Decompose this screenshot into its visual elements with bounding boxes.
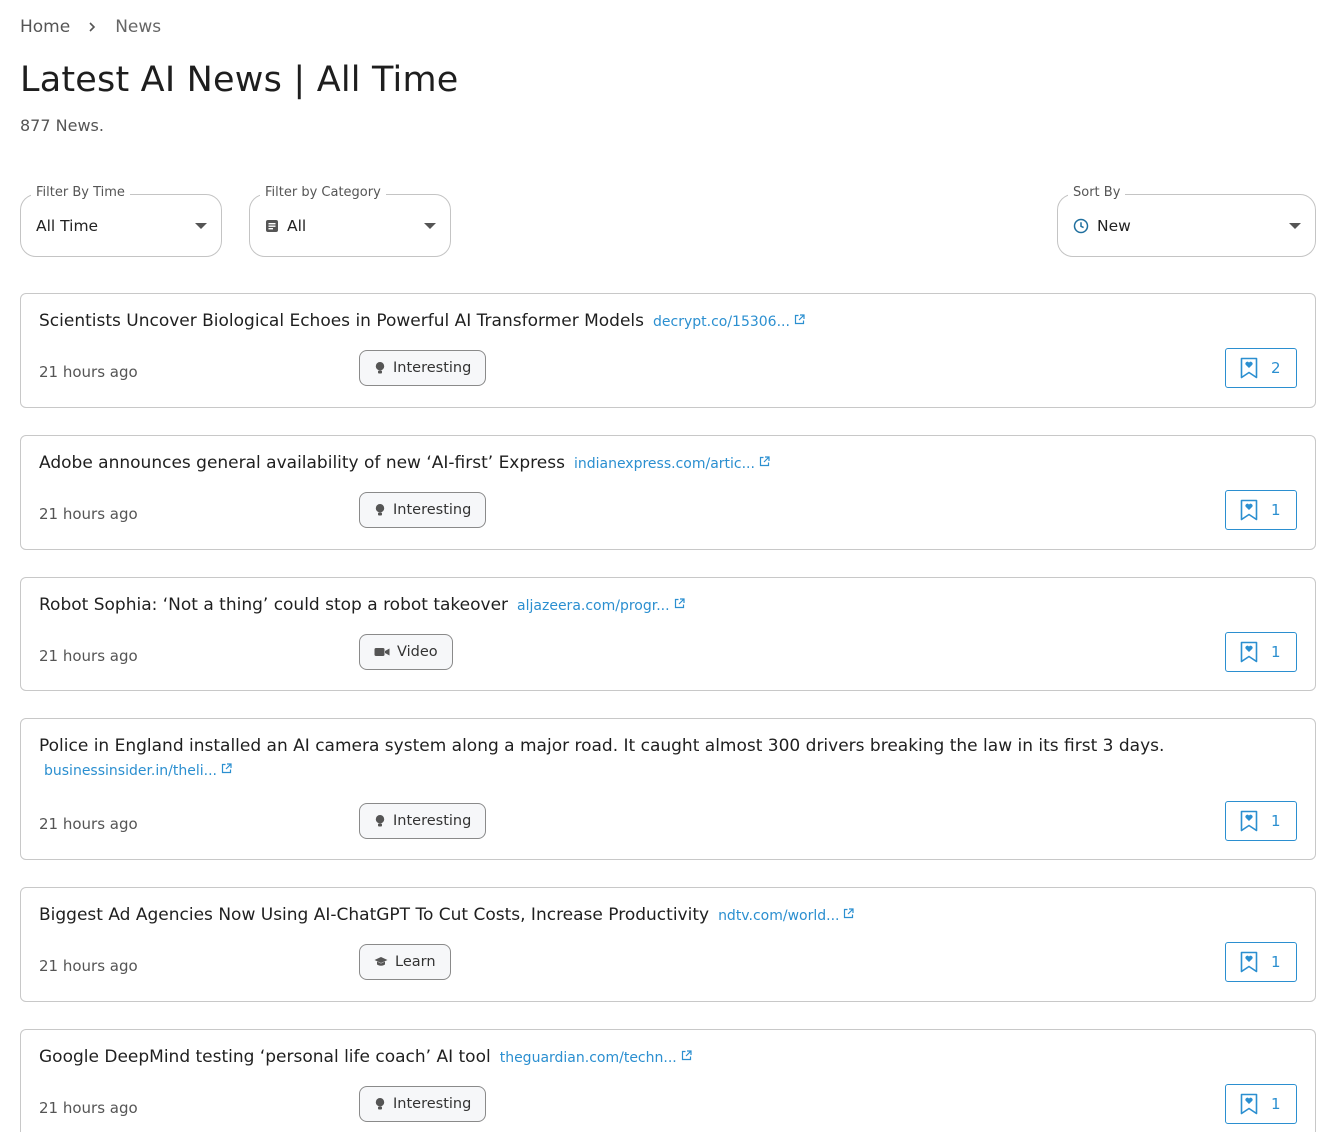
news-time: 21 hours ago	[39, 1099, 138, 1117]
news-title[interactable]: Google DeepMind testing ‘personal life c…	[39, 1047, 491, 1067]
bookmark-heart-icon	[1240, 951, 1258, 973]
tag-interesting[interactable]: Interesting	[359, 350, 487, 386]
external-link-icon	[844, 908, 855, 919]
bookmark-button[interactable]: 1	[1225, 942, 1297, 982]
breadcrumb: Home News	[20, 15, 161, 39]
news-source-link[interactable]: indianexpress.com/artic...	[574, 456, 770, 472]
news-card: Google DeepMind testing ‘personal life c…	[20, 1029, 1316, 1132]
news-title[interactable]: Police in England installed an AI camera…	[39, 736, 1164, 756]
tag-video[interactable]: Video	[359, 634, 453, 670]
caret-down-icon	[424, 223, 436, 229]
news-card: Adobe announces general availability of …	[20, 435, 1316, 550]
clock-icon	[1073, 218, 1089, 234]
bookmark-button[interactable]: 2	[1225, 348, 1297, 388]
tag-label: Interesting	[393, 1096, 472, 1112]
bookmark-button[interactable]: 1	[1225, 801, 1297, 841]
tag-interesting[interactable]: Interesting	[359, 803, 487, 839]
lightbulb-icon	[374, 361, 386, 375]
graduation-cap-icon	[374, 956, 388, 968]
bookmark-heart-icon	[1240, 499, 1258, 521]
bookmark-heart-icon	[1240, 1093, 1258, 1115]
news-time: 21 hours ago	[39, 647, 138, 665]
news-card: Police in England installed an AI camera…	[20, 718, 1316, 860]
tag-interesting[interactable]: Interesting	[359, 492, 487, 528]
news-title[interactable]: Biggest Ad Agencies Now Using AI-ChatGPT…	[39, 905, 709, 925]
bookmark-count: 2	[1271, 359, 1281, 377]
tag-learn[interactable]: Learn	[359, 944, 451, 980]
bookmark-heart-icon	[1240, 810, 1258, 832]
bookmark-button[interactable]: 1	[1225, 1084, 1297, 1124]
news-source-link[interactable]: decrypt.co/15306...	[653, 314, 805, 330]
tag-interesting[interactable]: Interesting	[359, 1086, 487, 1122]
bookmark-count: 1	[1271, 643, 1281, 661]
news-source-link[interactable]: businessinsider.in/theli...	[44, 763, 232, 779]
news-source-link[interactable]: theguardian.com/techn...	[500, 1050, 692, 1066]
video-camera-icon	[374, 646, 390, 658]
filter-category-label: Filter by Category	[260, 185, 386, 200]
bookmark-button[interactable]: 1	[1225, 632, 1297, 672]
news-time: 21 hours ago	[39, 363, 138, 381]
article-icon	[265, 219, 279, 233]
external-link-icon	[759, 456, 770, 467]
news-title[interactable]: Adobe announces general availability of …	[39, 453, 565, 473]
caret-down-icon	[1289, 223, 1301, 229]
news-source-link[interactable]: ndtv.com/world...	[718, 908, 855, 924]
lightbulb-icon	[374, 814, 386, 828]
chevron-right-icon	[89, 22, 96, 32]
filter-category-value: All	[287, 216, 307, 235]
news-card: Robot Sophia: ‘Not a thing’ could stop a…	[20, 577, 1316, 691]
filter-time-value: All Time	[36, 216, 99, 235]
page-title: Latest AI News | All Time	[20, 60, 459, 100]
news-time: 21 hours ago	[39, 505, 138, 523]
bookmark-button[interactable]: 1	[1225, 490, 1297, 530]
breadcrumb-current: News	[115, 17, 162, 37]
tag-label: Interesting	[393, 502, 472, 518]
news-source-link[interactable]: aljazeera.com/progr...	[517, 598, 685, 614]
lightbulb-icon	[374, 503, 386, 517]
bookmark-heart-icon	[1240, 641, 1258, 663]
tag-label: Interesting	[393, 813, 472, 829]
news-time: 21 hours ago	[39, 957, 138, 975]
news-card: Scientists Uncover Biological Echoes in …	[20, 293, 1316, 408]
external-link-icon	[794, 314, 805, 325]
tag-label: Video	[397, 644, 438, 660]
sort-by-select[interactable]: Sort By New	[1057, 185, 1316, 257]
tag-label: Interesting	[393, 360, 472, 376]
bookmark-count: 1	[1271, 501, 1281, 519]
bookmark-count: 1	[1271, 1095, 1281, 1113]
external-link-icon	[681, 1050, 692, 1061]
breadcrumb-home-link[interactable]: Home	[20, 17, 70, 37]
sort-by-label: Sort By	[1068, 185, 1126, 200]
news-card: Biggest Ad Agencies Now Using AI-ChatGPT…	[20, 887, 1316, 1002]
tag-label: Learn	[395, 954, 436, 970]
external-link-icon	[674, 598, 685, 609]
filter-category-select[interactable]: Filter by Category All	[249, 185, 451, 257]
external-link-icon	[221, 763, 232, 774]
bookmark-heart-icon	[1240, 357, 1258, 379]
news-title[interactable]: Robot Sophia: ‘Not a thing’ could stop a…	[39, 595, 508, 615]
news-count: 877 News.	[20, 116, 104, 135]
bookmark-count: 1	[1271, 812, 1281, 830]
news-title[interactable]: Scientists Uncover Biological Echoes in …	[39, 311, 644, 331]
bookmark-count: 1	[1271, 953, 1281, 971]
filter-time-label: Filter By Time	[31, 185, 130, 200]
caret-down-icon	[195, 223, 207, 229]
filter-time-select[interactable]: Filter By Time All Time	[20, 185, 222, 257]
news-time: 21 hours ago	[39, 815, 138, 833]
lightbulb-icon	[374, 1097, 386, 1111]
sort-by-value: New	[1097, 216, 1131, 235]
